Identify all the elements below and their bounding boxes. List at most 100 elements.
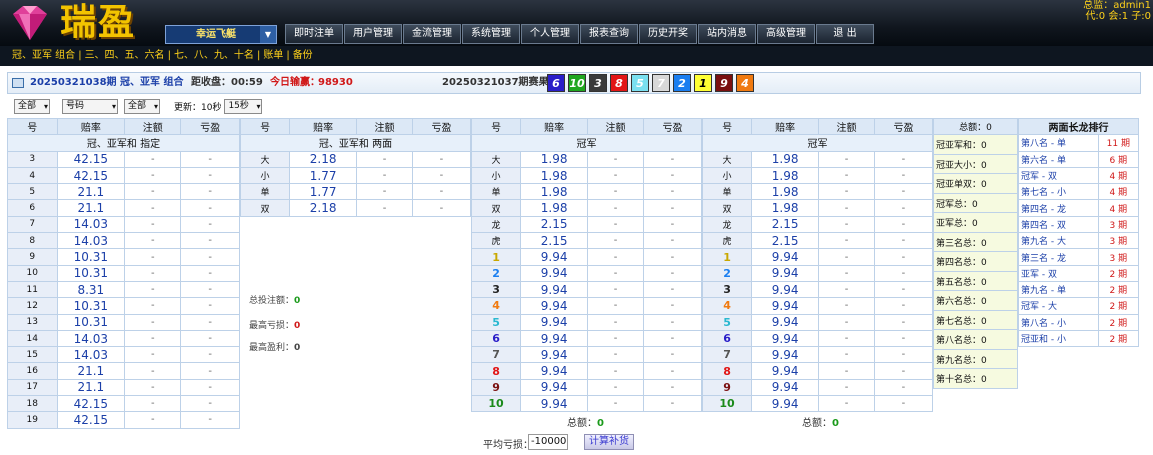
row-odds[interactable]: 1.98 [520,166,589,185]
row-odds[interactable]: 9.94 [520,280,589,299]
row-odds[interactable]: 9.94 [751,378,820,397]
nav-tab[interactable]: 高级管理 [757,24,815,44]
subnav-item[interactable]: 七、八、九、十名 [174,50,254,61]
nav-tab[interactable]: 历史开奖 [639,24,697,44]
calc-replenish-button[interactable]: 计算补货 [584,434,634,450]
row-odds[interactable]: 9.94 [751,248,820,266]
table-row: 6 9.94- - [701,329,934,348]
row-odds[interactable]: 9.94 [751,329,820,348]
row-odds[interactable]: 9.94 [520,297,589,315]
row-odds[interactable]: 9.94 [520,346,589,364]
row-odds[interactable]: 42.15 [56,166,126,185]
nav-tab[interactable]: 个人管理 [521,24,579,44]
row-profit: - [642,346,703,364]
refresh-select[interactable]: 15秒 [224,98,263,114]
filter-select-2[interactable]: 号码 [62,98,118,114]
sums-row: 第十名总：0 [933,368,1018,389]
subnav-item[interactable]: 备份 [293,50,313,61]
nav-tab[interactable]: 用户管理 [344,24,402,44]
row-odds[interactable]: 14.03 [56,346,126,364]
avg-loss-input[interactable]: -100000 [528,434,568,450]
row-odds[interactable]: 1.98 [520,199,589,217]
row-odds[interactable]: 21.1 [56,199,126,217]
row-amount: - [818,183,875,201]
nav-tab[interactable]: 金流管理 [403,24,461,44]
row-odds[interactable]: 42.15 [56,150,126,168]
row-odds[interactable]: 21.1 [56,183,126,201]
long-name: 第三名 - 龙 [1018,248,1099,266]
row-odds[interactable]: 1.98 [520,183,589,201]
row-odds[interactable]: 1.77 [289,166,358,185]
row-odds[interactable]: 9.94 [520,378,589,397]
row-label: 3 [470,280,522,299]
row-odds[interactable]: 9.94 [520,248,589,266]
filter-select-3[interactable]: 全部 [124,98,160,114]
subnav-item[interactable]: 三、四、五、六名 [85,50,165,61]
row-odds[interactable]: 42.15 [56,395,126,413]
row-odds[interactable]: 14.03 [56,329,126,348]
row-odds[interactable]: 2.15 [520,215,589,234]
row-odds[interactable]: 9.94 [520,329,589,348]
nav-tab[interactable]: 站内消息 [698,24,756,44]
refresh-label: 更新：10秒 [174,102,222,113]
row-profit: - [411,183,472,201]
long-count: 2 期 [1097,280,1140,299]
row-odds[interactable]: 21.1 [56,362,126,380]
row-odds[interactable]: 9.94 [520,313,589,331]
row-odds[interactable]: 9.94 [751,346,820,364]
row-odds[interactable]: 10.31 [56,264,126,282]
row-label: 17 [7,378,58,397]
row-odds[interactable]: 2.15 [520,232,589,250]
row-odds[interactable]: 42.15 [56,411,126,429]
row-odds[interactable]: 9.94 [751,280,820,299]
row-odds[interactable]: 1.98 [751,183,820,201]
row-profit: - [411,199,472,217]
row-odds[interactable]: 1.98 [520,150,589,168]
row-odds[interactable]: 14.03 [56,232,126,250]
top-header: 瑞盈 幸运飞艇 ▼ 即时注单 用户管理 金流管理 系统管理 个人管理 报表查询 历史开奖 站内消… [0,0,1153,46]
row-odds[interactable]: 9.94 [520,395,589,413]
row-amount: - [124,395,182,413]
row-odds[interactable]: 9.94 [520,264,589,282]
row-odds[interactable]: 2.18 [289,199,358,217]
nav-tab[interactable]: 即时注单 [285,24,343,44]
row-odds[interactable]: 10.31 [56,313,126,331]
row-odds[interactable]: 9.94 [751,313,820,331]
row-odds[interactable]: 21.1 [56,378,126,397]
row-label: 双 [470,199,522,217]
subnav-item[interactable]: 账单 [263,50,283,61]
row-odds[interactable]: 8.31 [56,280,126,299]
row-amount: - [818,329,875,348]
row-odds[interactable]: 10.31 [56,297,126,315]
row-odds[interactable]: 9.94 [751,395,820,413]
column-header: 号 [701,117,753,136]
row-odds[interactable]: 1.77 [289,183,358,201]
filter-select-1[interactable]: 全部 [14,98,50,114]
row-odds[interactable]: 9.94 [751,297,820,315]
row-odds[interactable]: 2.15 [751,215,820,234]
table-header-row: 号赔率 注额 亏盈 [701,117,934,136]
row-odds[interactable]: 9.94 [751,264,820,282]
nav-tab[interactable]: 退 出 [816,24,874,44]
nav-tab[interactable]: 系统管理 [462,24,520,44]
row-odds[interactable]: 14.03 [56,215,126,234]
subnav-divider: | [286,50,290,61]
row-profit: - [642,166,703,185]
table-row: 1 9.94- - [701,248,934,266]
sums-cell: 第六名总：0 [933,290,1018,311]
subnav-item[interactable]: 冠、亚军 组合 [12,50,75,61]
row-odds[interactable]: 2.15 [751,232,820,250]
chevron-down-icon[interactable]: ▼ [260,26,276,43]
table-row: 19 42.15- - [7,411,240,429]
row-amount: - [587,313,644,331]
lottery-select[interactable]: 幸运飞艇 ▼ [165,25,277,44]
nav-tab[interactable]: 报表查询 [580,24,638,44]
row-odds[interactable]: 1.98 [751,150,820,168]
row-odds[interactable]: 1.98 [751,199,820,217]
row-odds[interactable]: 9.94 [751,362,820,380]
row-odds[interactable]: 1.98 [751,166,820,185]
row-odds[interactable]: 9.94 [520,362,589,380]
row-odds[interactable]: 2.18 [289,150,358,168]
row-odds[interactable]: 10.31 [56,248,126,266]
column-header: 亏盈 [642,117,703,136]
